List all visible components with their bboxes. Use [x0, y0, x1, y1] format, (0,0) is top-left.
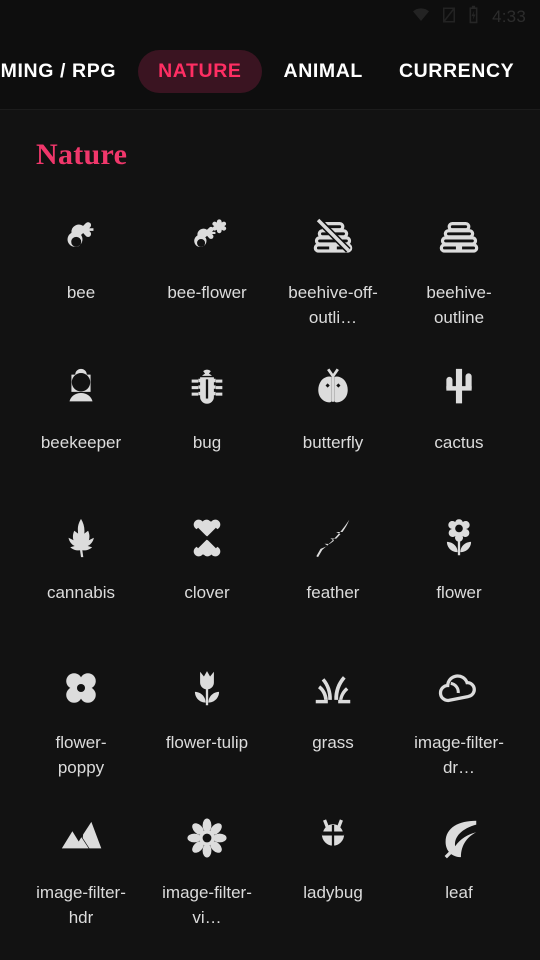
icon-label: clover: [184, 583, 230, 602]
category-tab-bar[interactable]: AMING / RPG NATURE ANIMAL CURRENCY REL: [0, 34, 540, 110]
flower-icon: [433, 512, 485, 564]
icon-label: flower-poppy: [55, 733, 107, 777]
icon-cell-clover[interactable]: clover: [144, 512, 270, 636]
icon-label: bee: [66, 283, 96, 302]
page-title: Nature: [36, 138, 128, 171]
cannabis-icon: [55, 512, 107, 564]
image-filter-hdr-icon: [55, 812, 107, 864]
icon-cell-ladybug[interactable]: ladybug: [270, 812, 396, 936]
icon-label: ladybug: [303, 883, 363, 902]
icon-label: grass: [312, 733, 354, 752]
ladybug-icon: [307, 812, 359, 864]
tab-currency[interactable]: CURRENCY: [381, 61, 532, 82]
flower-tulip-icon: [181, 662, 233, 714]
icon-cell-image-filter-hdr[interactable]: image-filter-hdr: [18, 812, 144, 936]
flower-poppy-icon: [55, 662, 107, 714]
icon-cell-flower-poppy[interactable]: flower-poppy: [18, 662, 144, 786]
beehive-outline-icon: [433, 212, 485, 264]
icon-cell-image-filter-vintage[interactable]: image-filter-vi…: [144, 812, 270, 936]
cactus-icon: [433, 362, 485, 414]
icon-label: flower-tulip: [165, 733, 249, 752]
icon-label: beekeeper: [40, 433, 122, 452]
tab-religion[interactable]: REL: [532, 62, 540, 82]
icon-grid: bee bee-flower beehive-off-outli… beehiv…: [0, 172, 540, 960]
icon-cell-bee-flower[interactable]: bee-flower: [144, 212, 270, 336]
icon-label: butterfly: [302, 433, 364, 452]
icon-label: cannabis: [46, 583, 116, 602]
wifi-icon: [411, 7, 431, 28]
image-filter-vintage-icon: [181, 812, 233, 864]
icon-browser-content: Nature bee bee-flower beehive-off-outli……: [0, 110, 540, 960]
icon-cell-beehive-off-outline[interactable]: beehive-off-outli…: [270, 212, 396, 336]
bee-icon: [55, 212, 107, 264]
icon-cell-leaf[interactable]: leaf: [396, 812, 522, 936]
icon-cell-flower[interactable]: flower: [396, 512, 522, 636]
icon-cell-image-filter-drama[interactable]: image-filter-dr…: [396, 662, 522, 786]
tab-animal[interactable]: ANIMAL: [266, 61, 381, 82]
icon-label: bug: [192, 433, 222, 452]
icon-label: image-filter-dr…: [414, 733, 504, 777]
icon-label: image-filter-vi…: [162, 883, 252, 927]
icon-label: beehive-outline: [426, 283, 492, 327]
leaf-icon: [433, 812, 485, 864]
icon-cell-flower-tulip[interactable]: flower-tulip: [144, 662, 270, 786]
icon-label: feather: [306, 583, 360, 602]
icon-label: flower: [436, 583, 482, 602]
icon-cell-beekeeper[interactable]: beekeeper: [18, 362, 144, 486]
icon-label: bee-flower: [167, 283, 247, 302]
icon-cell-bee[interactable]: bee: [18, 212, 144, 336]
icon-cell-bug[interactable]: bug: [144, 362, 270, 486]
icon-cell-grass[interactable]: grass: [270, 662, 396, 786]
icon-cell-cactus[interactable]: cactus: [396, 362, 522, 486]
beekeeper-icon: [55, 362, 107, 414]
signal-off-icon: [440, 6, 458, 29]
icon-cell-butterfly[interactable]: butterfly: [270, 362, 396, 486]
icon-label: leaf: [445, 883, 473, 902]
status-time: 4:33: [492, 7, 526, 26]
tab-nature[interactable]: NATURE: [138, 49, 262, 94]
beehive-off-outline-icon: [307, 212, 359, 264]
bee-flower-icon: [181, 212, 233, 264]
icon-label: cactus: [434, 433, 484, 452]
image-filter-drama-icon: [433, 662, 485, 714]
battery-charging-icon: [467, 5, 480, 29]
feather-icon: [307, 512, 359, 564]
status-bar: 4:33: [0, 0, 540, 34]
icon-cell-beehive-outline[interactable]: beehive-outline: [396, 212, 522, 336]
tab-gaming-rpg[interactable]: AMING / RPG: [0, 61, 134, 82]
butterfly-icon: [307, 362, 359, 414]
icon-label: image-filter-hdr: [36, 883, 126, 927]
grass-icon: [307, 662, 359, 714]
icon-cell-cannabis[interactable]: cannabis: [18, 512, 144, 636]
icon-cell-feather[interactable]: feather: [270, 512, 396, 636]
bug-icon: [181, 362, 233, 414]
icon-label: beehive-off-outli…: [288, 283, 378, 327]
clover-icon: [181, 512, 233, 564]
